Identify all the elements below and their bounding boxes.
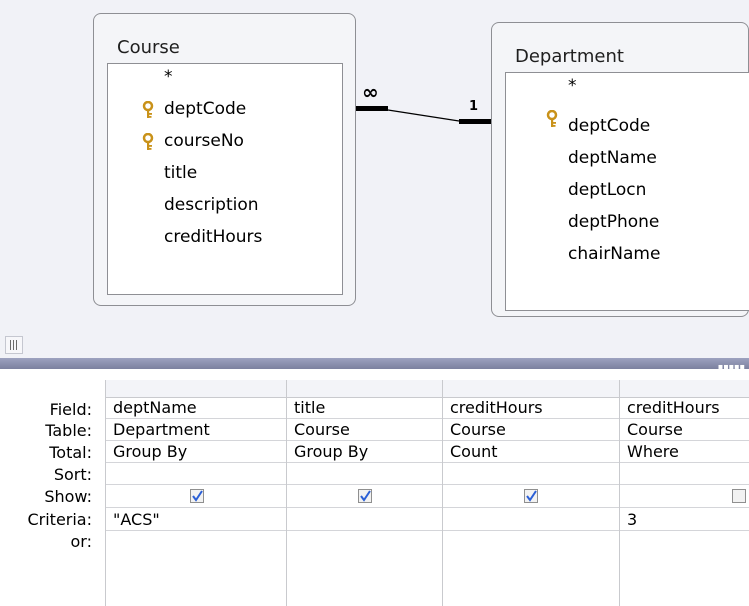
row-label-or: or: <box>70 532 92 551</box>
column-selector[interactable] <box>620 380 749 398</box>
or-cell[interactable] <box>106 531 287 554</box>
show-cell[interactable] <box>287 485 443 508</box>
column-selector[interactable] <box>287 380 443 398</box>
or-cell[interactable] <box>287 531 443 554</box>
sort-cell[interactable] <box>287 463 443 485</box>
total-cell[interactable]: Group By <box>106 441 287 463</box>
row-label-criteria: Criteria: <box>27 510 92 529</box>
horizontal-scrollbar[interactable] <box>0 326 749 358</box>
column-selector[interactable] <box>443 380 620 398</box>
total-cell[interactable]: Count <box>443 441 620 463</box>
show-cell[interactable] <box>106 485 287 508</box>
show-checkbox[interactable] <box>732 489 746 503</box>
total-cell[interactable]: Where <box>620 441 749 463</box>
total-cell[interactable]: Group By <box>287 441 443 463</box>
column-selector[interactable] <box>106 380 287 398</box>
many-side-symbol: ∞ <box>362 80 379 104</box>
row-label-field: Field: <box>49 400 92 419</box>
criteria-cell[interactable] <box>287 508 443 531</box>
table-cell[interactable]: Course <box>443 419 620 441</box>
grid-column-3[interactable]: creditHours Course Count <box>442 380 620 606</box>
row-label-total: Total: <box>49 443 92 462</box>
grid-column-2[interactable]: title Course Group By <box>286 380 443 606</box>
grid-column-4[interactable]: creditHours Course Where 3 <box>619 380 749 606</box>
table-cell[interactable]: Course <box>620 419 749 441</box>
show-cell[interactable] <box>620 485 749 508</box>
relationship-join-line[interactable] <box>0 0 749 326</box>
or-cell[interactable] <box>620 531 749 554</box>
row-label-table: Table: <box>45 421 92 440</box>
show-cell[interactable] <box>443 485 620 508</box>
show-checkbox[interactable] <box>358 489 372 503</box>
row-label-sort: Sort: <box>53 465 92 484</box>
table-cell[interactable]: Course <box>287 419 443 441</box>
sort-cell[interactable] <box>106 463 287 485</box>
field-cell[interactable]: creditHours <box>620 397 749 419</box>
criteria-cell[interactable]: 3 <box>620 508 749 531</box>
scrollbar-thumb[interactable] <box>5 336 23 354</box>
pane-splitter[interactable] <box>0 358 749 369</box>
field-cell[interactable]: deptName <box>106 397 287 419</box>
sort-cell[interactable] <box>620 463 749 485</box>
one-side-symbol: 1 <box>469 99 479 114</box>
grid-column-1[interactable]: deptName Department Group By "ACS" <box>105 380 287 606</box>
show-checkbox[interactable] <box>190 489 204 503</box>
or-cell[interactable] <box>443 531 620 554</box>
sort-cell[interactable] <box>443 463 620 485</box>
field-cell[interactable]: creditHours <box>443 397 620 419</box>
show-checkbox[interactable] <box>524 489 538 503</box>
field-cell[interactable]: title <box>287 397 443 419</box>
row-label-show: Show: <box>44 487 92 506</box>
table-cell[interactable]: Department <box>106 419 287 441</box>
criteria-cell[interactable] <box>443 508 620 531</box>
criteria-cell[interactable]: "ACS" <box>106 508 287 531</box>
